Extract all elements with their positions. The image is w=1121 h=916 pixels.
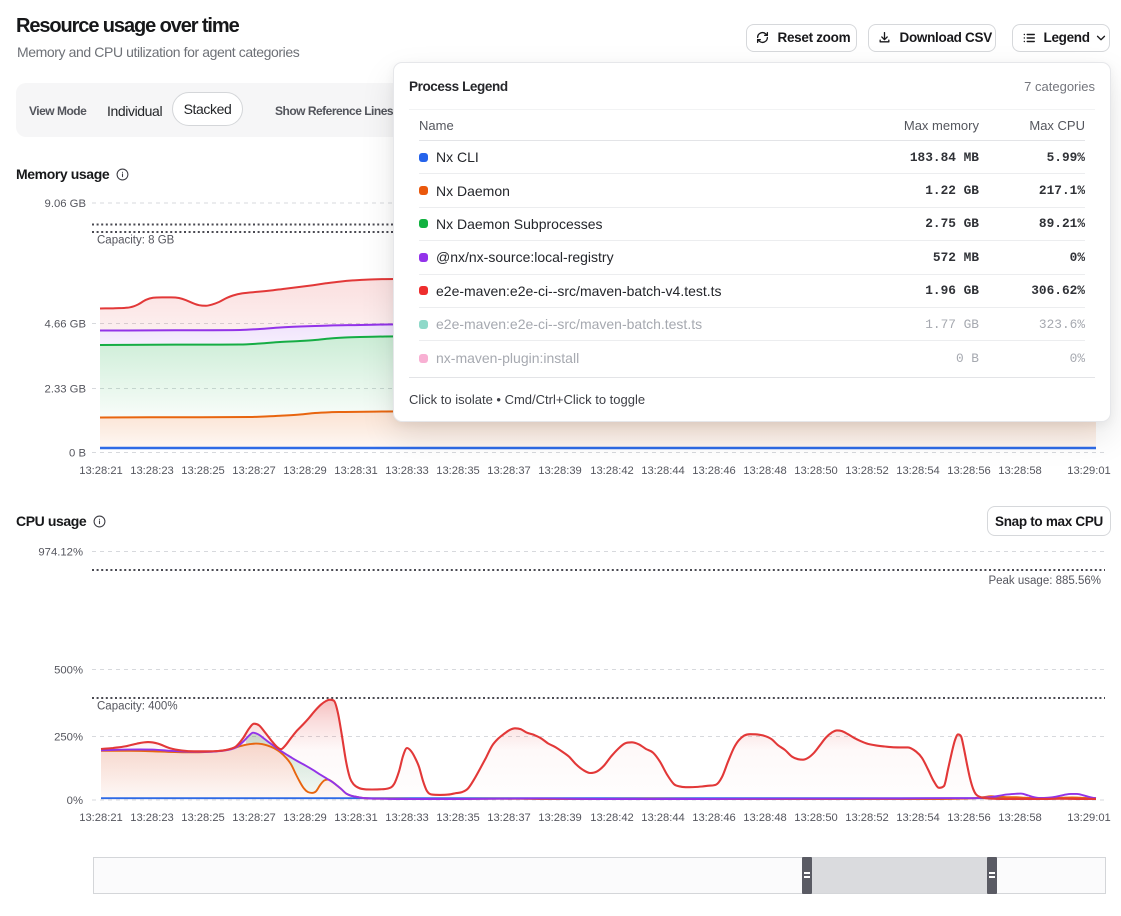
svg-text:13:28:23: 13:28:23 xyxy=(130,465,174,477)
svg-text:13:28:44: 13:28:44 xyxy=(641,465,685,477)
svg-text:13:28:29: 13:28:29 xyxy=(283,465,327,477)
svg-text:13:28:31: 13:28:31 xyxy=(334,812,378,824)
svg-text:13:28:23: 13:28:23 xyxy=(130,812,174,824)
svg-text:13:28:27: 13:28:27 xyxy=(232,465,276,477)
svg-text:974.12%: 974.12% xyxy=(38,547,83,559)
svg-text:13:28:29: 13:28:29 xyxy=(283,812,327,824)
svg-text:0 B: 0 B xyxy=(69,448,86,460)
svg-text:13:28:33: 13:28:33 xyxy=(385,812,429,824)
svg-text:13:28:42: 13:28:42 xyxy=(590,812,634,824)
svg-text:13:28:27: 13:28:27 xyxy=(232,812,276,824)
svg-text:13:29:01: 13:29:01 xyxy=(1067,465,1111,477)
svg-text:13:28:39: 13:28:39 xyxy=(538,465,582,477)
svg-text:500%: 500% xyxy=(54,665,83,677)
svg-text:13:28:56: 13:28:56 xyxy=(947,465,991,477)
svg-text:13:28:48: 13:28:48 xyxy=(743,812,787,824)
svg-text:Peak usage: 885.56%: Peak usage: 885.56% xyxy=(988,575,1101,587)
svg-text:9.06 GB: 9.06 GB xyxy=(45,198,86,210)
svg-text:13:28:31: 13:28:31 xyxy=(334,465,378,477)
svg-text:13:28:50: 13:28:50 xyxy=(794,812,838,824)
svg-text:13:28:58: 13:28:58 xyxy=(998,812,1042,824)
svg-text:2.33 GB: 2.33 GB xyxy=(45,384,86,396)
svg-text:13:28:46: 13:28:46 xyxy=(692,465,736,477)
svg-text:13:28:35: 13:28:35 xyxy=(436,465,480,477)
svg-text:Capacity: 400%: Capacity: 400% xyxy=(97,701,178,713)
svg-text:13:28:37: 13:28:37 xyxy=(487,465,531,477)
svg-text:13:28:37: 13:28:37 xyxy=(487,812,531,824)
svg-text:13:28:25: 13:28:25 xyxy=(181,465,225,477)
svg-text:0%: 0% xyxy=(67,795,83,807)
svg-text:13:28:21: 13:28:21 xyxy=(79,465,123,477)
svg-text:13:28:58: 13:28:58 xyxy=(998,465,1042,477)
svg-text:13:28:54: 13:28:54 xyxy=(896,812,940,824)
svg-text:13:28:52: 13:28:52 xyxy=(845,465,889,477)
svg-text:13:28:54: 13:28:54 xyxy=(896,465,940,477)
svg-text:Capacity: 8 GB: Capacity: 8 GB xyxy=(97,235,175,247)
svg-text:13:29:01: 13:29:01 xyxy=(1067,812,1111,824)
svg-text:13:28:21: 13:28:21 xyxy=(79,812,123,824)
svg-text:13:28:39: 13:28:39 xyxy=(538,812,582,824)
svg-text:13:28:25: 13:28:25 xyxy=(181,812,225,824)
svg-text:13:28:46: 13:28:46 xyxy=(692,812,736,824)
svg-text:250%: 250% xyxy=(54,732,83,744)
svg-text:13:28:48: 13:28:48 xyxy=(743,465,787,477)
svg-text:13:28:42: 13:28:42 xyxy=(590,465,634,477)
svg-text:13:28:35: 13:28:35 xyxy=(436,812,480,824)
svg-text:13:28:50: 13:28:50 xyxy=(794,465,838,477)
svg-text:4.66 GB: 4.66 GB xyxy=(45,319,86,331)
svg-text:13:28:56: 13:28:56 xyxy=(947,812,991,824)
svg-text:13:28:52: 13:28:52 xyxy=(845,812,889,824)
svg-text:13:28:33: 13:28:33 xyxy=(385,465,429,477)
svg-text:13:28:44: 13:28:44 xyxy=(641,812,685,824)
